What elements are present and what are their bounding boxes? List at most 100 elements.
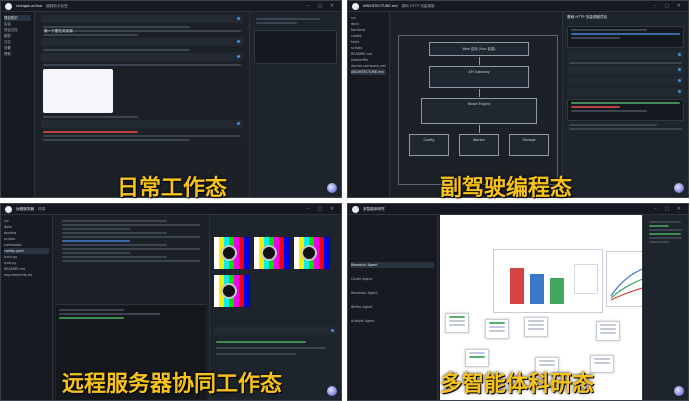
- diagram-label: Route Engine: [467, 102, 491, 106]
- file-item[interactable]: requirements.txt: [4, 272, 49, 278]
- file-tree: src docs backend config tests scripts RE…: [348, 12, 390, 197]
- assistant-orb-icon[interactable]: [327, 386, 337, 396]
- assistant-orb-icon[interactable]: [327, 183, 337, 193]
- agent-note-card[interactable]: [445, 313, 469, 333]
- agent-note-card[interactable]: [485, 319, 509, 339]
- status-dot-icon: [237, 40, 240, 43]
- message-block[interactable]: [567, 77, 684, 85]
- text-line: [594, 358, 610, 360]
- text-line: [489, 326, 505, 328]
- status-dot-icon: [678, 79, 681, 82]
- test-pattern-image[interactable]: [214, 237, 250, 269]
- text-line: [600, 324, 616, 326]
- text-line: [469, 352, 485, 354]
- agent-note-card[interactable]: [596, 321, 620, 341]
- tab-secondary[interactable]: 编程助手标签: [46, 4, 68, 9]
- code-line: [62, 248, 200, 250]
- agent-item[interactable]: Reviewer Agent: [351, 290, 434, 296]
- assistant-orb-icon[interactable]: [674, 386, 684, 396]
- title-bar: ARCHITECTURE.md 源码 HTTP 流量调度 – ▢ ✕: [348, 1, 688, 12]
- text-line: [489, 322, 505, 324]
- agent-item[interactable]: Analyst Agent: [351, 318, 434, 324]
- test-pattern-image[interactable]: [294, 237, 330, 269]
- code-line: [62, 220, 167, 222]
- text-line: [569, 124, 657, 126]
- window-controls[interactable]: – ▢ ✕: [307, 206, 337, 212]
- image-attachment[interactable]: [43, 69, 113, 113]
- text-line: [649, 241, 670, 243]
- text-line: [43, 116, 138, 118]
- window-controls[interactable]: – ▢ ✕: [654, 3, 684, 9]
- diagram-label: Worker: [473, 138, 485, 142]
- chart-bar: [530, 274, 544, 304]
- text-line: [216, 353, 296, 355]
- code-line: [571, 102, 680, 104]
- text-line: [256, 18, 320, 20]
- text-line: [43, 64, 241, 66]
- message-block[interactable]: [567, 66, 684, 74]
- message-block[interactable]: [41, 38, 243, 46]
- tab-secondary[interactable]: 源码 HTTP 流量调度: [402, 4, 435, 9]
- code-block: [567, 26, 684, 48]
- agent-item[interactable]: Coder Agent: [351, 276, 434, 282]
- assistant-orb-icon[interactable]: [674, 183, 684, 193]
- code-line: [571, 29, 648, 31]
- highlight-line: [43, 131, 138, 133]
- caption-copilot: 副驾驶编程态: [440, 176, 573, 201]
- diagram-box: API Gateway: [429, 66, 529, 88]
- tab-primary[interactable]: 多智能体研究: [363, 207, 385, 212]
- diagram-label: API Gateway: [468, 70, 490, 74]
- window-controls[interactable]: – ▢ ✕: [307, 3, 337, 9]
- text-line: [539, 360, 555, 362]
- message-block[interactable]: [41, 120, 243, 128]
- architecture-diagram: Web 应用 (Vue 前端) API Gateway Route Engine…: [398, 35, 558, 185]
- title-bar: chatgpt-online 编程助手标签 – ▢ ✕: [1, 1, 341, 12]
- message-block[interactable]: [41, 53, 243, 61]
- agent-note-card[interactable]: [524, 317, 548, 337]
- test-pattern-image[interactable]: [214, 275, 250, 307]
- bar-chart-card[interactable]: [493, 249, 603, 313]
- right-pane: [642, 215, 688, 400]
- text-line: [43, 139, 190, 141]
- text-line: [43, 49, 190, 51]
- status-dot-icon: [678, 53, 681, 56]
- app-logo-icon: [352, 2, 359, 10]
- text-line: [528, 320, 544, 322]
- agent-note-card[interactable]: [465, 349, 489, 367]
- code-line: [62, 256, 167, 258]
- code-line: [62, 228, 130, 230]
- status-dot-icon: [237, 55, 240, 58]
- sidebar-item[interactable]: 帮助: [4, 51, 31, 57]
- showcase-grid: chatgpt-online 编程助手标签 – ▢ ✕ 项目知识 会话 项目文档…: [0, 0, 690, 401]
- message-block[interactable]: [567, 51, 684, 59]
- diagram-label: Storage: [522, 138, 536, 142]
- message-block[interactable]: [214, 327, 337, 335]
- text-line: [569, 128, 682, 130]
- tab-primary[interactable]: 远程服务器: [16, 207, 34, 212]
- agent-item[interactable]: Research Agent: [351, 262, 434, 268]
- caption-daily-work: 日常工作态: [117, 176, 228, 201]
- diagram-box: Route Engine: [421, 98, 537, 124]
- tab-secondary[interactable]: 终端: [38, 207, 45, 212]
- text-line: [594, 362, 610, 364]
- test-pattern-image[interactable]: [254, 237, 290, 269]
- code-line: [62, 232, 167, 234]
- code-line: [62, 244, 167, 246]
- code-line: [62, 240, 130, 242]
- diagram-box: Storage: [509, 134, 549, 156]
- tab-primary[interactable]: chatgpt-online: [16, 4, 42, 8]
- status-dot-icon: [237, 17, 240, 20]
- window-controls[interactable]: – ▢ ✕: [654, 206, 684, 212]
- message-block[interactable]: [567, 88, 684, 96]
- diagram-arrow: [479, 89, 480, 97]
- text-line: [649, 233, 681, 235]
- code-line: [571, 33, 680, 35]
- status-dot-icon: [331, 329, 334, 332]
- text-line: [216, 341, 306, 343]
- file-item[interactable]: ARCHITECTURE.md: [351, 69, 386, 75]
- code-line: [571, 37, 621, 39]
- agent-item[interactable]: Writer Agent: [351, 304, 434, 310]
- text-line: [216, 347, 326, 349]
- input-box[interactable]: [254, 30, 337, 64]
- tab-primary[interactable]: ARCHITECTURE.md: [363, 4, 398, 8]
